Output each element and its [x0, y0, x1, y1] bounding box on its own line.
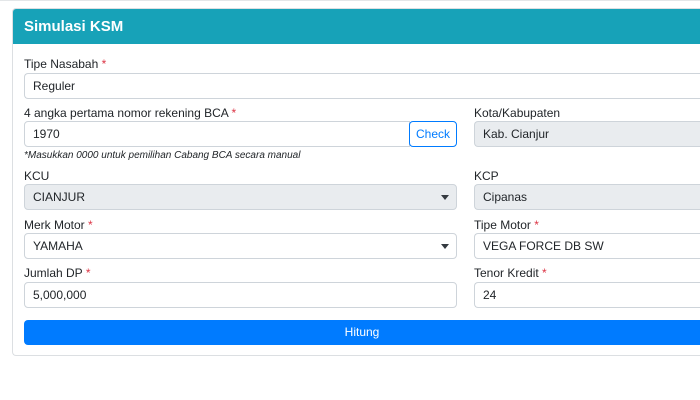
rekening-label: 4 angka pertama nomor rekening BCA * — [24, 106, 237, 120]
card-title: Simulasi KSM — [13, 9, 700, 44]
merk-motor-value: YAMAHA — [33, 239, 83, 253]
tipe-nasabah-input[interactable]: Reguler — [24, 73, 700, 99]
required-mark: * — [231, 106, 237, 120]
tenor-label: Tenor Kredit * — [474, 266, 547, 280]
chevron-down-icon — [441, 195, 449, 200]
top-divider — [0, 0, 700, 1]
kcu-select[interactable]: CIANJUR — [24, 184, 457, 210]
rekening-input[interactable]: 1970 — [24, 121, 410, 147]
kcu-label: KCU — [24, 169, 50, 183]
kcp-label: KCP — [474, 169, 499, 183]
jumlah-dp-value: 5,000,000 — [33, 288, 87, 302]
tipe-motor-value: VEGA FORCE DB SW — [483, 239, 604, 253]
required-mark: * — [534, 218, 539, 232]
required-mark: * — [542, 266, 547, 280]
merk-motor-label: Merk Motor * — [24, 218, 93, 232]
tipe-motor-label: Tipe Motor * — [474, 218, 539, 232]
jumlah-dp-label: Jumlah DP * — [24, 266, 91, 280]
tenor-input[interactable]: 24 — [474, 282, 700, 308]
jumlah-dp-input[interactable]: 5,000,000 — [24, 282, 457, 308]
required-mark: * — [85, 266, 91, 280]
kcp-select[interactable]: Cipanas — [474, 184, 700, 210]
kcu-value: CIANJUR — [33, 190, 86, 204]
tipe-motor-select[interactable]: VEGA FORCE DB SW — [474, 233, 700, 259]
rekening-value: 1970 — [33, 127, 60, 141]
required-mark: * — [88, 218, 93, 232]
kota-input: Kab. Cianjur — [474, 121, 700, 147]
merk-motor-select[interactable]: YAMAHA — [24, 233, 457, 259]
tenor-value: 24 — [483, 288, 497, 302]
chevron-down-icon — [441, 244, 449, 249]
required-mark: * — [101, 57, 107, 71]
hitung-button[interactable]: Hitung — [24, 320, 700, 345]
tipe-nasabah-value: Reguler — [33, 79, 76, 93]
rekening-hint: *Masukkan 0000 untuk pemilihan Cabang BC… — [24, 150, 301, 161]
kota-value: Kab. Cianjur — [483, 127, 550, 141]
kcp-value: Cipanas — [483, 190, 528, 204]
tipe-nasabah-label: Tipe Nasabah * — [24, 57, 107, 71]
check-button[interactable]: Check — [409, 121, 457, 147]
kota-label: Kota/Kabupaten — [474, 106, 561, 120]
